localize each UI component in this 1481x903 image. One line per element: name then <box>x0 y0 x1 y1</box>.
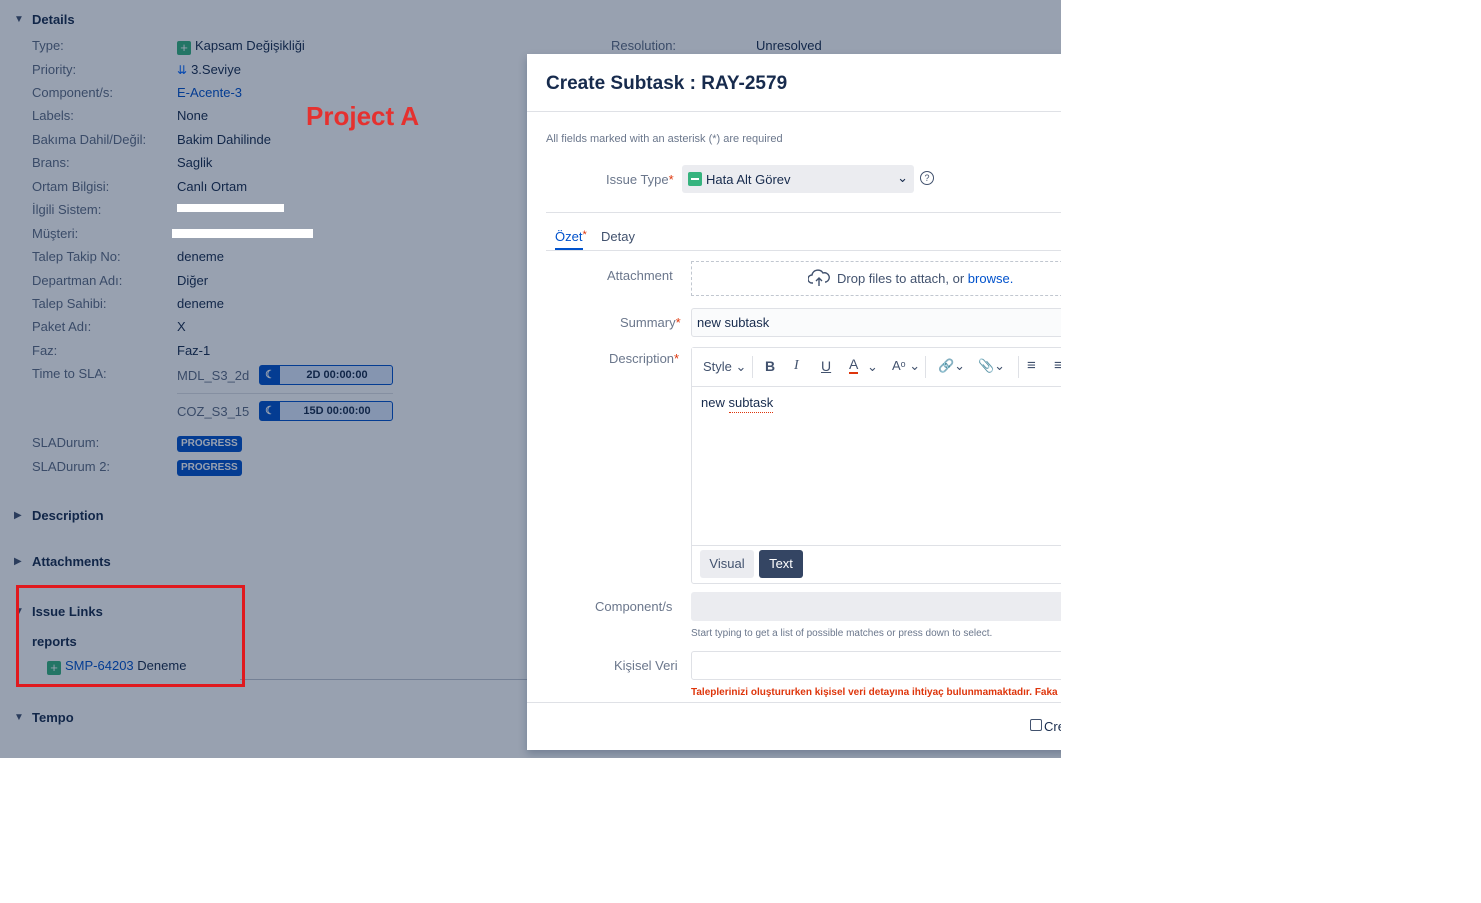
text-effects-icon[interactable]: Aᵒ ⌄ <box>892 358 920 374</box>
link-icon[interactable]: 🔗⌄ <box>938 358 965 374</box>
create-another-checkbox[interactable] <box>1030 719 1042 731</box>
tab-ozet[interactable]: Özet* <box>555 229 587 244</box>
kisisel-veri-warning: Taleplerinizi oluştururken kişisel veri … <box>691 687 1058 698</box>
redaction <box>177 204 284 212</box>
chevron-down-icon: ⌄ <box>897 170 908 185</box>
summary-input[interactable]: new subtask <box>691 308 1061 337</box>
subtask-icon <box>688 172 702 186</box>
chevron-down-icon[interactable]: ⌄ <box>867 359 878 375</box>
description-label: Description* <box>609 351 680 366</box>
text-color-icon[interactable]: A <box>849 357 859 374</box>
help-icon[interactable]: ? <box>920 171 934 185</box>
issue-view: ▼ Details Type: Priority: Component/s: L… <box>0 0 1061 758</box>
bold-icon[interactable]: B <box>765 358 775 374</box>
issue-type-label: Issue Type* <box>606 172 674 187</box>
spellcheck-underline <box>729 410 773 413</box>
create-another-label: Cre <box>1044 719 1061 734</box>
divider <box>1018 356 1019 378</box>
annotation-label: Project A <box>306 101 420 131</box>
redaction <box>172 229 313 238</box>
style-dropdown[interactable]: Style ⌄ <box>703 359 746 375</box>
divider <box>752 356 753 378</box>
upload-cloud-icon <box>807 268 830 288</box>
dialog-title: Create Subtask : RAY-2579 <box>546 73 788 94</box>
italic-icon[interactable]: I <box>794 358 799 374</box>
description-text[interactable]: new subtask <box>701 395 773 410</box>
divider <box>527 111 1061 112</box>
visual-mode-button[interactable]: Visual <box>700 550 754 578</box>
attachment-label: Attachment <box>607 268 673 283</box>
browse-link[interactable]: browse. <box>968 271 1014 286</box>
bullet-list-icon[interactable]: ≡ <box>1027 357 1036 374</box>
divider <box>527 702 1061 703</box>
create-subtask-dialog: Create Subtask : RAY-2579 All fields mar… <box>527 54 1061 750</box>
divider <box>546 212 1061 213</box>
kisisel-veri-label: Kişisel Veri <box>614 658 678 673</box>
components-field-label: Component/s <box>595 599 673 614</box>
attachment-icon[interactable]: 📎⌄ <box>978 358 1005 374</box>
tab-detay[interactable]: Detay <box>601 229 635 244</box>
numbered-list-icon[interactable]: ≡ <box>1054 357 1061 374</box>
divider <box>692 545 1061 546</box>
kisisel-veri-input[interactable] <box>691 651 1061 680</box>
underline-icon[interactable]: U <box>821 358 831 374</box>
issue-type-select[interactable]: Hata Alt Görev ⌄ <box>682 165 914 193</box>
divider <box>546 250 1061 251</box>
summary-label: Summary* <box>620 315 681 330</box>
divider <box>925 356 926 378</box>
editor-toolbar: Style ⌄ B I U A ⌄ Aᵒ ⌄ 🔗⌄ 📎⌄ ≡ ≡ <box>692 348 1061 387</box>
highlight-box <box>16 585 245 687</box>
text-mode-button[interactable]: Text <box>759 550 803 578</box>
components-hint: Start typing to get a list of possible m… <box>691 628 993 639</box>
description-editor: Style ⌄ B I U A ⌄ Aᵒ ⌄ 🔗⌄ 📎⌄ ≡ ≡ new sub… <box>691 347 1061 584</box>
components-input[interactable] <box>691 592 1061 621</box>
attachment-dropzone[interactable]: Drop files to attach, or browse. <box>691 261 1061 296</box>
required-note: All fields marked with an asterisk (*) a… <box>546 133 783 145</box>
